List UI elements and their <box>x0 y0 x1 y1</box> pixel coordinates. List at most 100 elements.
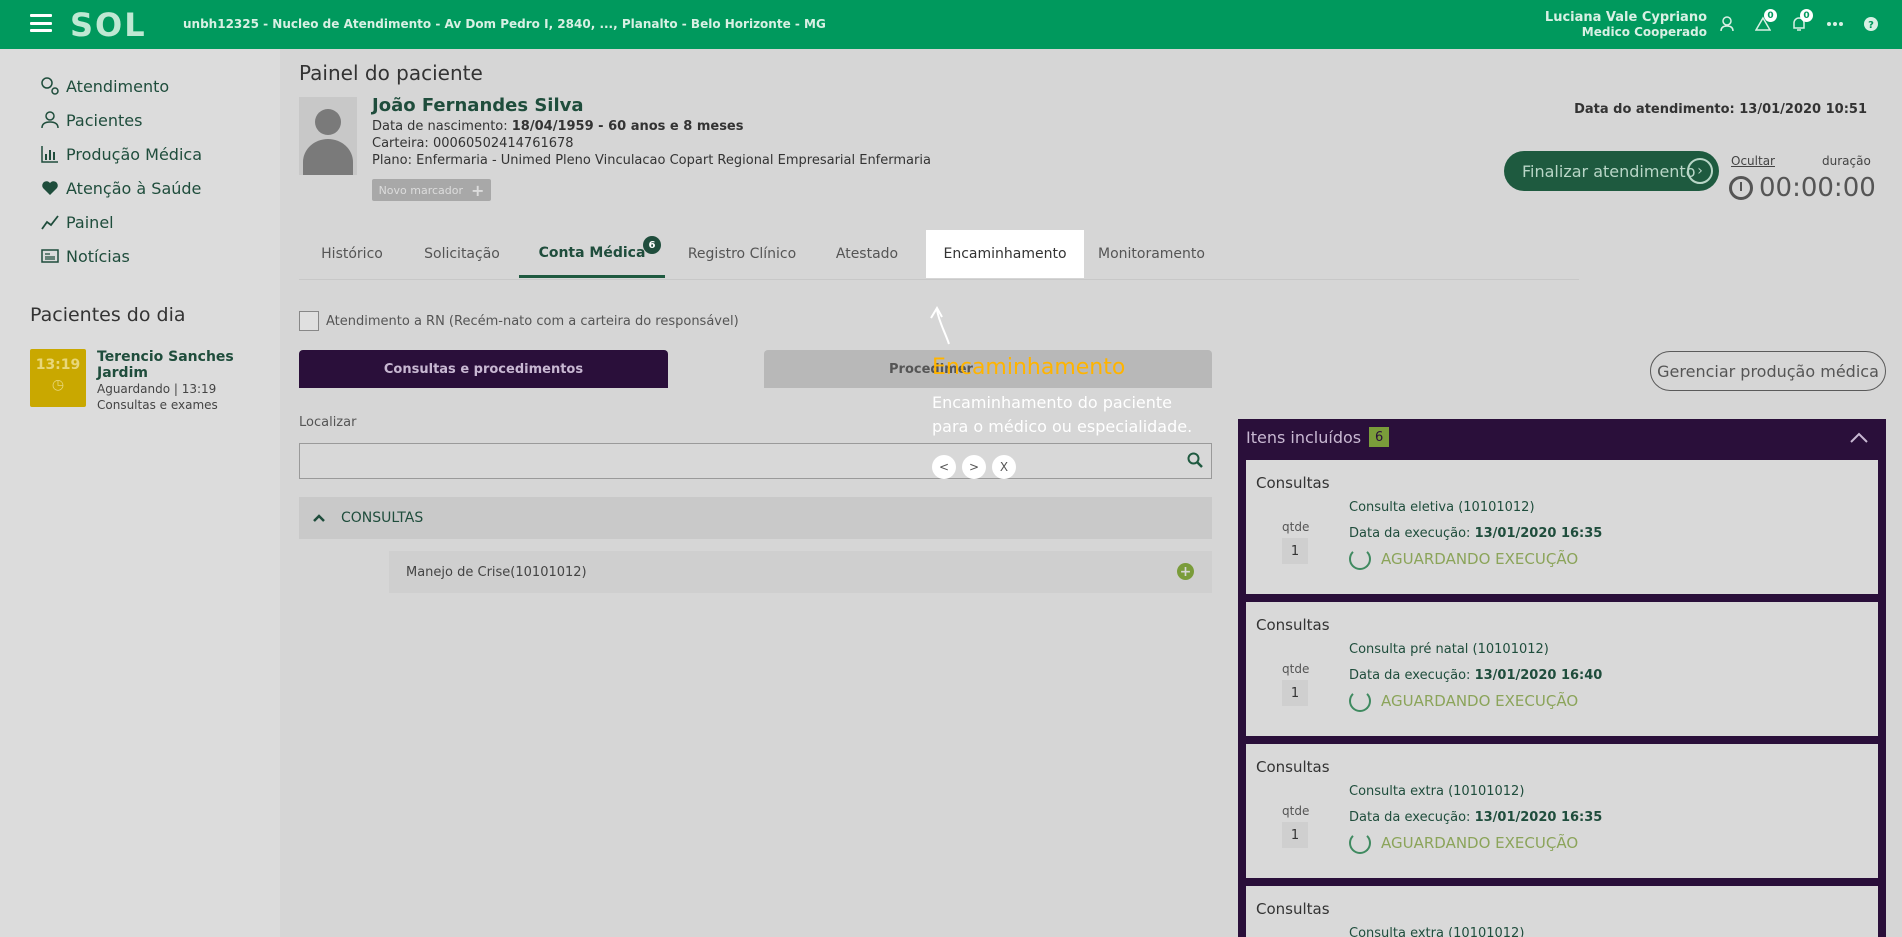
patient-status: Aguardando <box>97 382 171 396</box>
procedure-row[interactable]: Manejo de Crise(10101012) + <box>389 551 1212 593</box>
clock-icon: ◷ <box>51 377 65 393</box>
search-icon[interactable] <box>1187 452 1203 468</box>
app-logo[interactable]: SOL <box>70 6 147 44</box>
patient-type: Consultas e exames <box>97 398 218 412</box>
search-input[interactable] <box>299 443 1212 479</box>
sidebar-item-producao[interactable]: Produção Médica <box>40 144 202 164</box>
user-info[interactable]: Luciana Vale Cypriano Medico Cooperado <box>1544 10 1707 40</box>
patients-icon <box>40 110 60 130</box>
duracao-label: duração <box>1822 154 1871 168</box>
chevron-right-icon: › <box>1687 158 1713 184</box>
timer-value: 00:00:00 <box>1759 173 1876 203</box>
loading-icon <box>1349 832 1371 854</box>
news-icon <box>40 246 60 266</box>
checkbox[interactable] <box>299 311 319 331</box>
sidebar-item-painel[interactable]: Painel <box>40 212 114 232</box>
item-category: Consultas <box>1256 616 1330 634</box>
item-card[interactable]: Consultas qtde 1 Consulta extra (1010101… <box>1246 744 1878 878</box>
qtde-value: 1 <box>1282 538 1308 564</box>
tabs: Histórico Solicitação Conta Médica 6 Reg… <box>299 230 1579 280</box>
patient-time-box: 13:19 ◷ <box>30 349 86 407</box>
itens-header: Itens incluídos 6 <box>1246 427 1390 447</box>
itens-panel: Itens incluídos 6 Consultas qtde 1 Consu… <box>1238 419 1886 937</box>
item-name: Consulta pré natal (10101012) <box>1349 642 1549 657</box>
tour-prev-button[interactable]: < <box>932 455 956 479</box>
item-card[interactable]: Consultas Consulta extra (10101012) <box>1246 886 1878 937</box>
bell-icon[interactable]: 0 <box>1788 9 1813 35</box>
atend-date: Data do atendimento: 13/01/2020 10:51 <box>1574 102 1867 117</box>
tab-conta-medica[interactable]: Conta Médica 6 <box>519 230 665 278</box>
finalizar-button[interactable]: Finalizar atendimento › <box>1504 151 1719 191</box>
loading-icon <box>1349 548 1371 570</box>
tab-registro-clinico[interactable]: Registro Clínico <box>665 230 819 278</box>
qtde-label: qtde <box>1282 520 1310 534</box>
sidebar-item-noticias[interactable]: Notícias <box>40 246 130 266</box>
item-exec: Data da execução: 13/01/2020 16:40 <box>1349 668 1603 683</box>
new-marker-button[interactable]: Novo marcador + <box>372 179 491 201</box>
add-icon[interactable]: + <box>1177 563 1194 580</box>
unit-label: unbh12325 - Nucleo de Atendimento - Av D… <box>183 17 826 31</box>
tab-badge: 6 <box>643 236 661 254</box>
itens-count: 6 <box>1369 427 1390 447</box>
consultas-header-label: CONSULTAS <box>341 510 424 526</box>
rn-checkbox[interactable]: Atendimento a RN (Recém-nato com a carte… <box>299 311 739 331</box>
tour-text: Encaminhamento do paciente para o médico… <box>932 393 1193 436</box>
user-role: Medico Cooperado <box>1581 25 1707 39</box>
tab-consultas-procedimentos[interactable]: Consultas e procedimentos <box>299 350 668 388</box>
qtde-label: qtde <box>1282 662 1310 676</box>
sidebar-item-label: Notícias <box>66 246 130 266</box>
item-category: Consultas <box>1256 474 1330 492</box>
card-line: Carteira: 00060502414761678 <box>372 136 574 151</box>
tab-atestado[interactable]: Atestado <box>819 230 915 278</box>
tab-historico[interactable]: Histórico <box>299 230 405 278</box>
user-icon[interactable] <box>1716 13 1738 35</box>
loading-icon <box>1349 690 1371 712</box>
tour-arrow-icon <box>930 306 950 345</box>
sidebar-item-atencao[interactable]: Atenção à Saúde <box>40 178 201 198</box>
plus-icon: + <box>471 180 485 200</box>
alert-icon[interactable]: 0 <box>1752 9 1777 35</box>
ocultar-link[interactable]: Ocultar <box>1731 154 1775 168</box>
item-category: Consultas <box>1256 900 1330 918</box>
tour-nav: < > X <box>932 455 1016 479</box>
tour-next-button[interactable]: > <box>962 455 986 479</box>
menu-icon[interactable] <box>30 14 52 32</box>
tour-close-button[interactable]: X <box>992 455 1016 479</box>
item-name: Consulta extra (10101012) <box>1349 784 1525 799</box>
item-exec: Data da execução: 13/01/2020 16:35 <box>1349 526 1603 541</box>
item-exec: Data da execução: 13/01/2020 16:35 <box>1349 810 1603 825</box>
chevron-up-icon[interactable] <box>1850 429 1868 447</box>
alert-badge: 0 <box>1764 9 1777 22</box>
tab-solicitacao[interactable]: Solicitação <box>405 230 519 278</box>
sidebar-item-label: Atenção à Saúde <box>66 178 202 198</box>
sidebar-item-label: Produção Médica <box>66 144 203 164</box>
item-card[interactable]: Consultas qtde 1 Consulta eletiva (10101… <box>1246 460 1878 594</box>
qtde-label: qtde <box>1282 804 1310 818</box>
itens-title: Itens incluídos <box>1246 427 1362 447</box>
tab-encaminhamento[interactable]: Encaminhamento <box>926 230 1084 278</box>
patient-card[interactable]: 13:19 ◷ Terencio Sanches Jardim Aguardan… <box>30 349 270 412</box>
item-status: AGUARDANDO EXECUÇÃO <box>1349 548 1578 570</box>
patient-status-time: 13:19 <box>181 382 217 396</box>
tour-title: Encaminhamento <box>932 355 1126 380</box>
user-name: Luciana Vale Cypriano <box>1544 10 1707 25</box>
birth-line: Data de nascimento: 18/04/1959 - 60 anos… <box>372 119 744 134</box>
tab-monitoramento[interactable]: Monitoramento <box>1084 230 1219 278</box>
notification-badge: 0 <box>1800 9 1813 22</box>
gerenciar-button[interactable]: Gerenciar produção médica <box>1650 351 1886 391</box>
patient-name: Terencio Sanches Jardim <box>97 349 234 381</box>
item-card[interactable]: Consultas qtde 1 Consulta pré natal (101… <box>1246 602 1878 736</box>
more-icon[interactable] <box>1824 13 1846 35</box>
svg-text:?: ? <box>1868 20 1874 31</box>
procedure-label: Manejo de Crise(10101012) <box>406 564 587 580</box>
sidebar-item-label: Painel <box>66 212 114 232</box>
stethoscope-icon <box>40 76 60 96</box>
top-bar: SOL unbh12325 - Nucleo de Atendimento - … <box>0 0 1902 49</box>
chart-icon <box>40 144 60 164</box>
avatar <box>299 97 357 175</box>
sidebar-item-pacientes[interactable]: Pacientes <box>40 110 142 130</box>
help-icon[interactable]: ? <box>1860 13 1882 35</box>
sidebar-item-atendimento[interactable]: Atendimento <box>40 76 169 96</box>
localizar-label: Localizar <box>299 415 357 430</box>
consultas-group-header[interactable]: CONSULTAS <box>299 497 1212 539</box>
